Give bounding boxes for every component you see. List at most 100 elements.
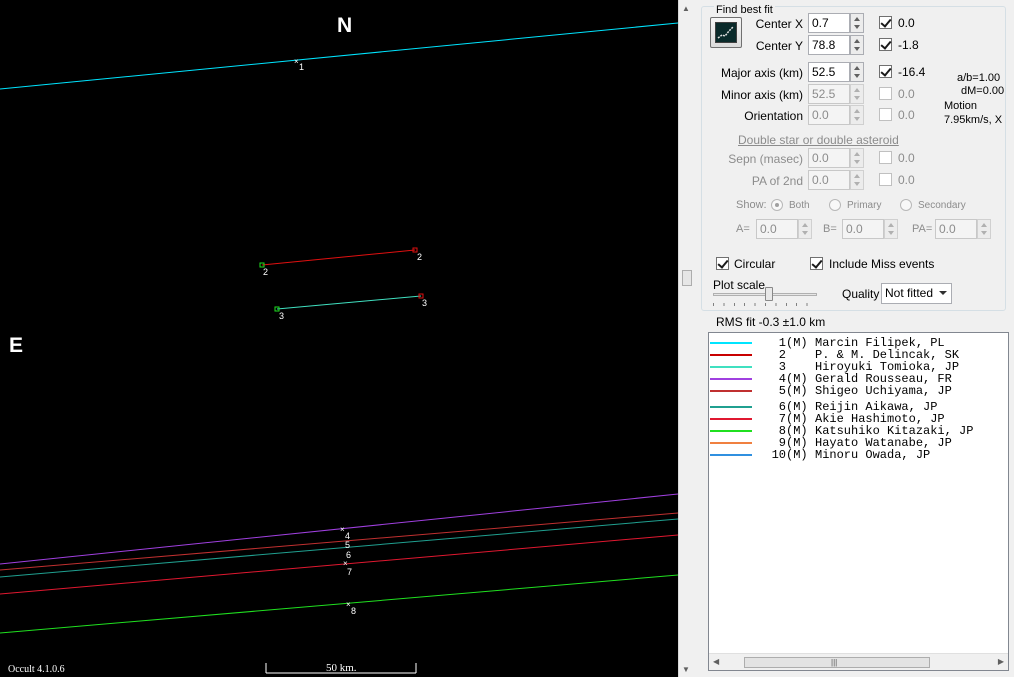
chord-line-6 bbox=[0, 518, 678, 578]
center-x-fix-checkbox[interactable] bbox=[879, 16, 892, 29]
major-axis-fix-value: -16.4 bbox=[898, 65, 926, 79]
radio-secondary-label: Secondary bbox=[918, 200, 966, 211]
a-input[interactable]: 0.0 bbox=[756, 219, 798, 239]
minor-axis-input[interactable]: 52.5 bbox=[808, 84, 850, 104]
scroll-up-icon[interactable]: ▲ bbox=[682, 4, 690, 13]
sepn-label: Sepn (masec) bbox=[728, 152, 803, 166]
pa2-spinner[interactable] bbox=[850, 170, 864, 190]
observer-number: 10 bbox=[771, 448, 786, 462]
sepn-fix-value: 0.0 bbox=[898, 151, 915, 165]
observer-name: Minoru Owada, JP bbox=[815, 448, 931, 462]
orientation-spinner[interactable] bbox=[850, 105, 864, 125]
observer-method: (M) bbox=[786, 448, 808, 462]
version-label: Occult 4.1.0.6 bbox=[8, 664, 65, 675]
observer-row[interactable]: 10 (M) Minoru Owada, JP bbox=[709, 449, 1008, 461]
pa-spinner[interactable] bbox=[977, 219, 991, 239]
orientation-fix-value: 0.0 bbox=[898, 108, 915, 122]
a-spinner[interactable] bbox=[798, 219, 812, 239]
quality-label: Quality bbox=[842, 287, 880, 301]
circular-label: Circular bbox=[734, 257, 776, 271]
scroll-down-icon[interactable]: ▼ bbox=[682, 665, 690, 674]
chord-line-3 bbox=[276, 295, 422, 310]
radio-both-label: Both bbox=[789, 200, 810, 211]
group-title: Find best fit bbox=[714, 4, 775, 16]
major-axis-spinner[interactable] bbox=[850, 62, 864, 82]
plot-scale-ticks bbox=[713, 303, 817, 306]
major-axis-fix-checkbox[interactable] bbox=[879, 65, 892, 78]
major-axis-input[interactable]: 52.5 bbox=[808, 62, 850, 82]
pa2-fix-value: 0.0 bbox=[898, 173, 915, 187]
minor-axis-spinner[interactable] bbox=[850, 84, 864, 104]
observer-color-swatch bbox=[710, 430, 752, 432]
sepn-spinner[interactable] bbox=[850, 148, 864, 168]
chord-label-1: 1 bbox=[299, 62, 304, 72]
observer-name: Shigeo Uchiyama, JP bbox=[815, 384, 952, 398]
observer-color-swatch bbox=[710, 418, 752, 420]
b-spinner[interactable] bbox=[884, 219, 898, 239]
rms-fit-text: RMS fit -0.3 ±1.0 km bbox=[716, 315, 826, 329]
show-label: Show: bbox=[736, 199, 767, 211]
chord-label-8: 8 bbox=[351, 606, 356, 616]
b-label: B= bbox=[823, 223, 837, 235]
chord-line-4 bbox=[0, 493, 678, 565]
plot-scale-thumb[interactable] bbox=[765, 287, 773, 301]
orientation-input[interactable]: 0.0 bbox=[808, 105, 850, 125]
radio-secondary[interactable] bbox=[900, 199, 912, 211]
scroll-right-icon[interactable]: ▶ bbox=[998, 657, 1004, 666]
center-x-input[interactable]: 0.7 bbox=[808, 13, 850, 33]
radio-primary-label: Primary bbox=[847, 200, 882, 211]
observer-color-swatch bbox=[710, 442, 752, 444]
center-y-fix-value: -1.8 bbox=[898, 38, 919, 52]
quality-select[interactable]: Not fitted bbox=[881, 283, 952, 304]
minor-axis-fix-value: 0.0 bbox=[898, 87, 915, 101]
minor-axis-label: Minor axis (km) bbox=[720, 88, 803, 102]
vertical-scrollbar[interactable]: ▲ ▼ bbox=[678, 0, 695, 677]
chord-plot-svg: 1 × 2 2 3 3 × 4 5 6 × 7 × 8 bbox=[0, 22, 678, 674]
observer-list-hscrollbar[interactable]: ◀ ||| ▶ bbox=[709, 653, 1008, 670]
center-y-input[interactable]: 78.8 bbox=[808, 35, 850, 55]
pa2-input[interactable]: 0.0 bbox=[808, 170, 850, 190]
orientation-fix-checkbox[interactable] bbox=[879, 108, 892, 121]
chord-label-7: 7 bbox=[347, 567, 352, 577]
scroll-thumb[interactable] bbox=[682, 270, 692, 286]
observer-color-swatch bbox=[710, 378, 752, 380]
center-x-label: Center X bbox=[755, 17, 803, 31]
pa2-label: PA of 2nd bbox=[751, 174, 803, 188]
observer-color-swatch bbox=[710, 366, 752, 368]
minor-axis-fix-checkbox[interactable] bbox=[879, 87, 892, 100]
motion-value: 7.95km/s, X bbox=[944, 114, 1003, 126]
center-x-spinner[interactable] bbox=[850, 13, 864, 33]
observer-row[interactable]: 5 (M) Shigeo Uchiyama, JP bbox=[709, 385, 1008, 397]
observer-color-swatch bbox=[710, 454, 752, 456]
orientation-label: Orientation bbox=[744, 109, 803, 123]
compass-north: N bbox=[337, 14, 353, 37]
observer-list[interactable]: 1 (M) Marcin Filipek, PL 2 P. & M. Delincak,… bbox=[708, 332, 1009, 671]
circular-checkbox[interactable] bbox=[716, 257, 729, 270]
radio-primary[interactable] bbox=[829, 199, 841, 211]
sepn-input[interactable]: 0.0 bbox=[808, 148, 850, 168]
include-miss-checkbox[interactable] bbox=[810, 257, 823, 270]
observer-number: 5 bbox=[778, 384, 786, 398]
chord-label-5: 5 bbox=[345, 540, 350, 550]
occultation-plot[interactable]: 1 × 2 2 3 3 × 4 5 6 × 7 × 8 N E Occult 4… bbox=[0, 0, 678, 677]
hscroll-thumb[interactable]: ||| bbox=[744, 657, 930, 668]
b-input[interactable]: 0.0 bbox=[842, 219, 884, 239]
pa2-fix-checkbox[interactable] bbox=[879, 173, 892, 186]
observer-color-swatch bbox=[710, 390, 752, 392]
include-miss-label: Include Miss events bbox=[829, 257, 935, 271]
pa-label: PA= bbox=[912, 223, 933, 235]
chord-mark-1: × bbox=[294, 57, 299, 66]
pa-input[interactable]: 0.0 bbox=[935, 219, 977, 239]
double-star-link[interactable]: Double star or double asteroid bbox=[738, 133, 899, 147]
sepn-fix-checkbox[interactable] bbox=[879, 151, 892, 164]
radio-both[interactable] bbox=[771, 199, 783, 211]
center-y-fix-checkbox[interactable] bbox=[879, 38, 892, 51]
observer-color-swatch bbox=[710, 354, 752, 356]
a-label: A= bbox=[736, 223, 750, 235]
chord-line-5 bbox=[0, 512, 678, 571]
chord-label-2a: 2 bbox=[263, 267, 268, 277]
major-axis-label: Major axis (km) bbox=[720, 66, 803, 80]
center-y-label: Center Y bbox=[755, 39, 803, 53]
center-y-spinner[interactable] bbox=[850, 35, 864, 55]
scroll-left-icon[interactable]: ◀ bbox=[713, 657, 719, 666]
